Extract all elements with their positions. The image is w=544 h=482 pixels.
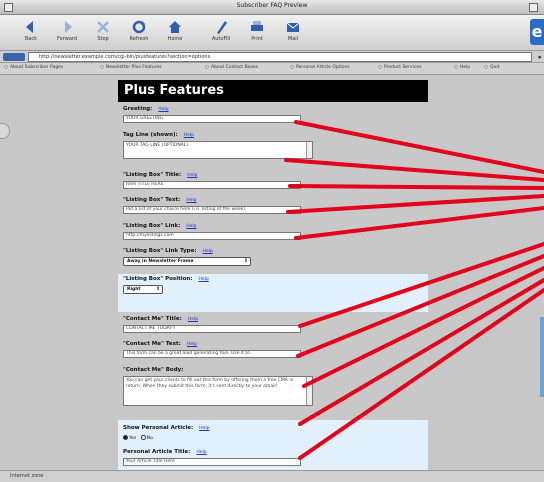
callout-line [298,278,544,426]
callout-line [288,184,544,190]
callout-line [296,254,544,358]
callout-line [294,206,544,240]
browser-window: Subscriber FAQ Preview Back Forward Stop… [0,0,544,482]
callout-line [286,194,544,214]
callout-lines [284,120,544,460]
